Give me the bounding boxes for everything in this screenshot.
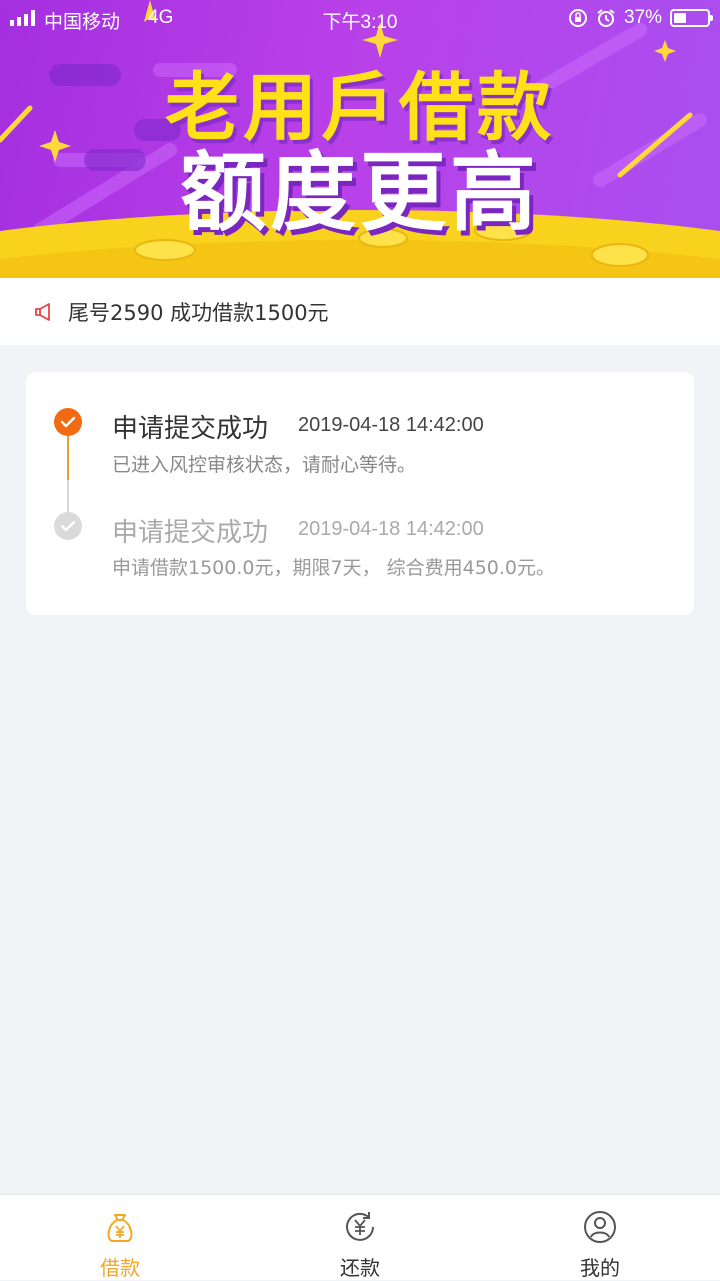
tab-borrow[interactable]: 借款 xyxy=(50,1195,190,1281)
battery-percent: 37% xyxy=(623,7,662,28)
tab-repay[interactable]: 还款 xyxy=(290,1195,430,1281)
tab-mine[interactable]: 我的 xyxy=(530,1195,670,1281)
step-description: 已进入风控审核状态，请耐心等待。 xyxy=(112,454,417,476)
status-bar: 中国移动 4G 下午3:10 37% xyxy=(0,0,720,38)
step-description: 申请借款1500.0元，期限7天， 综合费用450.0元。 xyxy=(112,557,556,579)
banner-subheadline: 额度更高 xyxy=(180,143,540,243)
step-date: 2019-04-18 14:42:00 xyxy=(298,414,484,436)
repay-icon xyxy=(346,1212,374,1241)
notice-bar: 尾号2590 成功借款1500元 xyxy=(0,278,720,345)
alarm-icon xyxy=(597,9,615,27)
battery-icon xyxy=(670,9,713,27)
tab-label: 借款 xyxy=(100,1256,140,1280)
application-progress-card: 申请提交成功 2019-04-18 14:42:00 已进入风控审核状态，请耐心… xyxy=(26,372,694,615)
step-title: 申请提交成功 xyxy=(112,414,269,444)
notice-text: 尾号2590 成功借款1500元 xyxy=(68,300,329,325)
user-icon xyxy=(584,1211,616,1243)
promo-banner[interactable]: 中国移动 4G 下午3:10 37% 老用戶借款 额度更高 xyxy=(0,0,720,278)
rotation-lock-icon xyxy=(568,9,587,27)
check-icon xyxy=(54,408,82,436)
timeline-connector xyxy=(67,480,69,516)
tab-label: 我的 xyxy=(580,1256,620,1280)
money-bag-icon xyxy=(107,1214,133,1242)
bottom-tab-bar: 借款 还款 我的 xyxy=(0,1194,720,1280)
megaphone-icon xyxy=(35,302,50,321)
check-icon xyxy=(54,512,82,540)
step-title: 申请提交成功 xyxy=(112,518,269,548)
tab-label: 还款 xyxy=(340,1256,380,1280)
step-date: 2019-04-18 14:42:00 xyxy=(298,518,484,540)
